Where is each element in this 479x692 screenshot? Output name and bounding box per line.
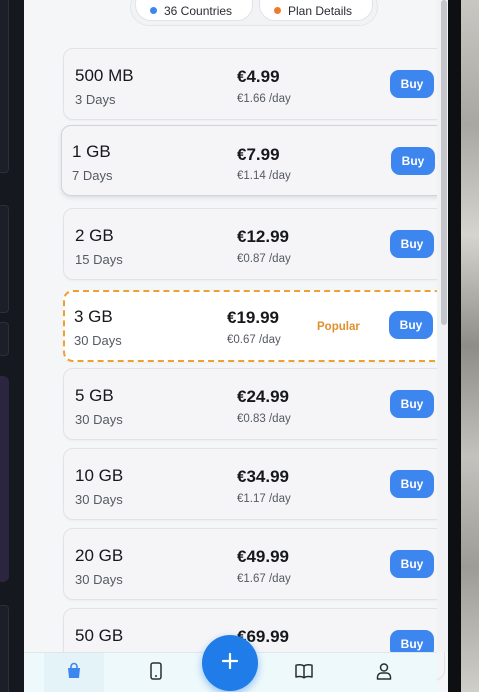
countries-chip[interactable]: 36 Countries [135,0,253,21]
background-panel [0,322,9,356]
buy-button[interactable]: Buy [391,147,435,175]
plan-size: 10 GB [75,466,124,485]
nav-esims[interactable] [126,653,186,692]
buy-button[interactable]: Buy [390,70,434,98]
plan-card-3gb-popular[interactable]: 3 GB 30 Days €19.99 €0.67 /day Popular B… [63,290,445,362]
nav-shop[interactable] [44,653,104,692]
user-icon [375,662,393,685]
background-panel [0,205,9,313]
background-window-right [448,0,479,692]
plan-price-per-day: €1.14 /day [237,170,291,182]
plan-price: €7.99 [237,145,280,164]
buy-button[interactable]: Buy [390,470,434,498]
plans-panel: 36 Countries Plan Details 500 MB 3 Days … [24,0,448,692]
plan-duration: 30 Days [75,412,123,427]
plan-card-500mb[interactable]: 500 MB 3 Days €4.99 €1.66 /day Buy [63,48,445,120]
plan-card-2gb[interactable]: 2 GB 15 Days €12.99 €0.87 /day Buy [63,208,445,280]
plan-duration: 30 Days [75,492,123,507]
plan-price: €19.99 [227,308,279,327]
plan-price: €4.99 [237,67,280,86]
plan-price: €49.99 [237,547,289,566]
add-button[interactable] [202,635,258,691]
plan-size: 500 MB [75,66,134,85]
popular-badge: Popular [317,321,360,333]
plan-price-per-day: €1.17 /day [237,493,291,505]
plus-icon [221,652,239,675]
plan-price: €34.99 [237,467,289,486]
plan-card-1gb[interactable]: 1 GB 7 Days €7.99 €1.14 /day Buy [61,125,447,196]
buy-button[interactable]: Buy [390,550,434,578]
background-window-left [0,0,24,692]
phone-icon [148,661,164,685]
background-panel [0,605,9,692]
plan-size: 3 GB [74,307,113,326]
plan-price-per-day: €1.66 /day [237,93,291,105]
shop-bag-icon [65,662,83,685]
plan-size: 2 GB [75,226,114,245]
nav-profile[interactable] [354,653,414,692]
countries-chip-label: 36 Countries [164,3,233,18]
plan-duration: 30 Days [74,333,122,348]
plan-card-10gb[interactable]: 10 GB 30 Days €34.99 €1.17 /day Buy [63,448,445,520]
buy-button[interactable]: Buy [390,390,434,418]
plan-price: €24.99 [237,387,289,406]
plan-size: 20 GB [75,546,124,565]
plan-price-per-day: €0.67 /day [227,334,281,346]
background-photo [461,0,479,692]
background-purple-panel [0,376,9,582]
plan-details-chip[interactable]: Plan Details [259,0,373,21]
countries-dot-icon [150,7,157,14]
plan-price-per-day: €0.87 /day [237,253,291,265]
plan-size: 50 GB [75,626,124,645]
plan-card-20gb[interactable]: 20 GB 30 Days €49.99 €1.67 /day Buy [63,528,445,600]
plan-duration: 30 Days [75,572,123,587]
book-icon [294,662,314,685]
buy-button[interactable]: Buy [389,311,433,339]
background-panel [0,0,9,173]
buy-button[interactable]: Buy [390,230,434,258]
plan-details-dot-icon [274,7,281,14]
plan-details-chip-label: Plan Details [288,3,353,18]
plan-card-5gb[interactable]: 5 GB 30 Days €24.99 €0.83 /day Buy [63,368,445,440]
plan-duration: 7 Days [72,168,113,183]
nav-guides[interactable] [274,653,334,692]
plan-duration: 3 Days [75,92,116,107]
plan-size: 1 GB [72,142,111,161]
plan-size: 5 GB [75,386,114,405]
plan-price-per-day: €1.67 /day [237,573,291,585]
scrollbar-thumb[interactable] [441,0,447,325]
plan-price-per-day: €0.83 /day [237,413,291,425]
plan-price: €12.99 [237,227,289,246]
plan-duration: 15 Days [75,252,123,267]
